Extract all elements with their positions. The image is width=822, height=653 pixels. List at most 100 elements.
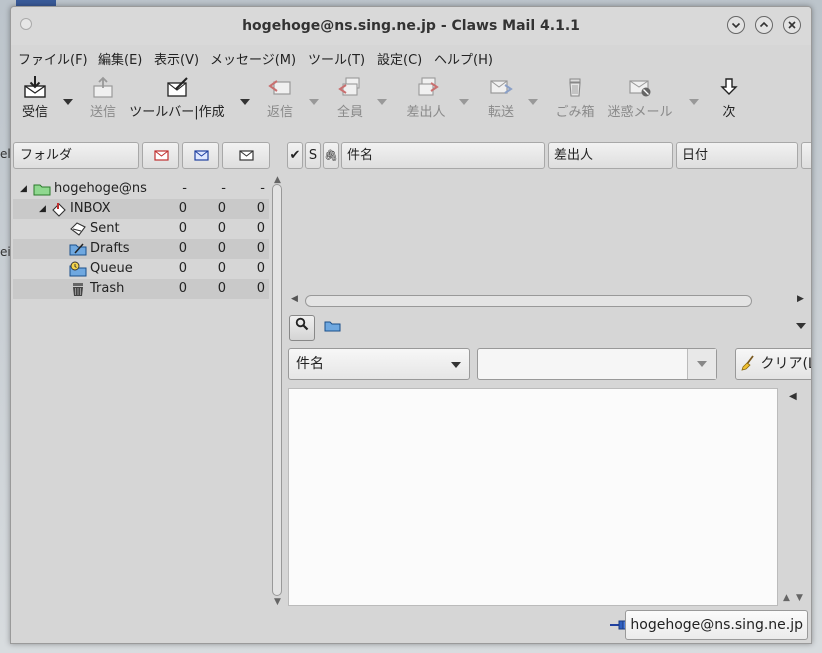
reply-sender-dropdown-arrow[interactable] bbox=[459, 99, 469, 105]
chevron-down-icon bbox=[731, 22, 741, 29]
clear-button[interactable]: クリア(L) bbox=[735, 348, 811, 380]
reply-icon bbox=[268, 80, 291, 95]
tree-row-queue[interactable]: Queue 0 0 0 bbox=[13, 259, 269, 279]
account-unread-count: - bbox=[221, 181, 226, 196]
chevron-up-icon bbox=[759, 21, 769, 28]
from-column-header[interactable]: 差出人 bbox=[548, 142, 673, 169]
compose-button[interactable]: ツールバー|作成 bbox=[128, 75, 226, 120]
search-icon bbox=[295, 317, 309, 331]
down-arrow-icon bbox=[720, 78, 738, 95]
reply-button[interactable]: 返信 bbox=[263, 75, 297, 120]
tree-row-trash[interactable]: Trash 0 0 0 bbox=[13, 279, 269, 299]
compose-dropdown-arrow[interactable] bbox=[240, 99, 250, 105]
broom-icon bbox=[741, 355, 754, 371]
folder-unread-count: 0 bbox=[217, 261, 226, 276]
total-column-header[interactable] bbox=[222, 142, 270, 169]
folder-icon[interactable] bbox=[324, 319, 342, 333]
receive-label: 受信 bbox=[21, 105, 48, 120]
extra-column-header[interactable] bbox=[801, 142, 811, 169]
folder-name: Queue bbox=[90, 261, 133, 276]
menu-edit[interactable]: 編集(E) bbox=[98, 49, 142, 68]
reply-all-dropdown-arrow[interactable] bbox=[377, 99, 387, 105]
send-label: 送信 bbox=[89, 105, 116, 120]
reply-sender-button[interactable]: 差出人 bbox=[402, 75, 450, 120]
scroll-left-arrow[interactable]: ◀ bbox=[291, 294, 298, 304]
folder-new-count: 0 bbox=[178, 201, 187, 216]
forward-button[interactable]: 転送 bbox=[484, 75, 518, 120]
toolbar: 受信 送信 ツールバー|作成 返信 全員 差出人 転送 ごみ箱 迷惑メール 次 bbox=[11, 71, 811, 137]
menu-file[interactable]: ファイル(F) bbox=[18, 49, 88, 68]
new-column-header[interactable] bbox=[142, 142, 179, 169]
search-field-value: 件名 bbox=[296, 356, 324, 372]
next-label: 次 bbox=[722, 105, 736, 120]
forward-dropdown-arrow[interactable] bbox=[528, 99, 538, 105]
account-selector-button[interactable]: hogehoge@ns.sing.ne.jp bbox=[625, 610, 808, 640]
trash-label: ごみ箱 bbox=[555, 105, 595, 120]
attachment-column-header[interactable]: 🖇 bbox=[323, 142, 339, 169]
reply-all-button[interactable]: 全員 bbox=[333, 75, 367, 120]
receive-button[interactable]: 受信 bbox=[19, 75, 51, 120]
folder-unread-count: 0 bbox=[217, 281, 226, 296]
mark-column-header[interactable]: ✔ bbox=[287, 142, 303, 169]
preview-scroll-up-arrow[interactable]: ▲ bbox=[783, 593, 790, 603]
folder-vertical-scrollbar[interactable] bbox=[272, 184, 282, 596]
tree-row-drafts[interactable]: Drafts 0 0 0 bbox=[13, 239, 269, 259]
trash-icon bbox=[569, 78, 581, 97]
folder-name: Sent bbox=[90, 221, 120, 236]
tree-row-account[interactable]: ◢ hogehoge@ns - - - bbox=[13, 179, 269, 199]
menu-help[interactable]: ヘルプ(H) bbox=[434, 49, 493, 68]
forward-label: 転送 bbox=[487, 105, 514, 120]
expander-icon[interactable]: ◢ bbox=[39, 199, 46, 219]
folder-name: INBOX bbox=[70, 201, 111, 216]
queue-icon bbox=[69, 261, 87, 277]
reply-dropdown-arrow[interactable] bbox=[309, 99, 319, 105]
folder-total-count: 0 bbox=[256, 201, 265, 216]
status-column-header[interactable]: S bbox=[305, 142, 321, 169]
message-list[interactable] bbox=[287, 169, 811, 294]
scroll-down-arrow[interactable]: ▼ bbox=[274, 597, 281, 607]
minimize-button[interactable] bbox=[727, 16, 745, 34]
message-list-horizontal-scrollbar[interactable] bbox=[305, 295, 752, 307]
message-preview[interactable] bbox=[288, 388, 778, 606]
tree-row-inbox[interactable]: ◢ INBOX 0 0 0 bbox=[13, 199, 269, 219]
reply-label: 返信 bbox=[266, 105, 293, 120]
subject-column-header[interactable]: 件名 bbox=[341, 142, 545, 169]
outbox-upload-icon bbox=[93, 76, 113, 98]
reply-all-icon bbox=[338, 77, 360, 96]
send-button[interactable]: 送信 bbox=[87, 75, 119, 120]
expander-icon[interactable]: ◢ bbox=[20, 179, 27, 199]
receive-dropdown-arrow[interactable] bbox=[63, 99, 73, 105]
preview-collapse-arrow[interactable]: ◀ bbox=[789, 391, 797, 402]
search-toggle-button[interactable] bbox=[289, 315, 315, 341]
title-bar[interactable]: hogehoge@ns.sing.ne.jp - Claws Mail 4.1.… bbox=[11, 7, 811, 45]
tree-row-sent[interactable]: Sent 0 0 0 bbox=[13, 219, 269, 239]
next-button[interactable]: 次 bbox=[715, 75, 743, 120]
folder-column-header[interactable]: フォルダ bbox=[13, 142, 139, 169]
inbox-download-icon bbox=[24, 76, 46, 98]
folder-total-count: 0 bbox=[256, 261, 265, 276]
spam-dropdown-arrow[interactable] bbox=[689, 99, 699, 105]
account-total-count: - bbox=[260, 181, 265, 196]
maximize-button[interactable] bbox=[755, 16, 773, 34]
close-button[interactable] bbox=[783, 16, 801, 34]
folder-pane: フォルダ ◢ hogehoge@ns - - - ◢ INBOX 0 0 0 S… bbox=[13, 142, 285, 607]
unread-column-header[interactable] bbox=[182, 142, 219, 169]
clear-label: クリア(L) bbox=[760, 356, 811, 372]
search-options-arrow[interactable] bbox=[796, 323, 806, 329]
search-input[interactable] bbox=[477, 348, 717, 380]
preview-scroll-down-arrow[interactable]: ▼ bbox=[796, 593, 803, 603]
menu-message[interactable]: メッセージ(M) bbox=[210, 49, 296, 68]
menu-tools[interactable]: ツール(T) bbox=[308, 49, 365, 68]
date-column-header[interactable]: 日付 bbox=[676, 142, 798, 169]
menu-settings[interactable]: 設定(C) bbox=[377, 49, 422, 68]
search-field-select[interactable]: 件名 bbox=[288, 348, 470, 380]
menu-view[interactable]: 表示(V) bbox=[154, 49, 199, 68]
account-name: hogehoge@ns bbox=[54, 181, 147, 196]
trash-folder-icon bbox=[73, 283, 83, 296]
search-history-dropdown[interactable] bbox=[687, 349, 716, 379]
trash-button[interactable]: ごみ箱 bbox=[553, 75, 597, 120]
folder-new-count: 0 bbox=[178, 241, 187, 256]
scroll-right-arrow[interactable]: ▶ bbox=[797, 294, 804, 304]
drafts-icon bbox=[69, 243, 87, 256]
spam-button[interactable]: 迷惑メール bbox=[607, 75, 673, 120]
